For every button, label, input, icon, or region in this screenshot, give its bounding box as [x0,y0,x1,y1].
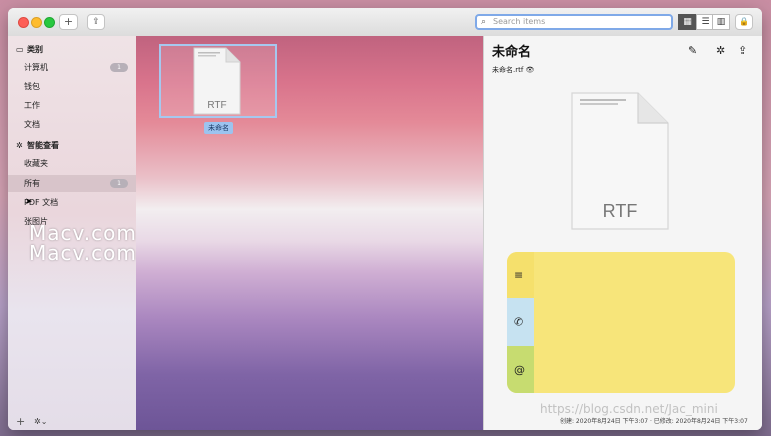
count-badge: 1 [110,179,128,188]
sidebar-item-label: 所有 [24,179,40,188]
sidebar-item-wallet[interactable]: 钱包 [8,78,136,95]
sidebar-item-label: 钱包 [24,82,40,91]
lock-button[interactable]: 🔒 [735,14,753,30]
share-icon[interactable]: ⇪ [738,44,747,57]
pencil-icon[interactable]: ✎ [688,44,697,57]
zoom-button[interactable] [44,17,55,28]
file-name-label[interactable]: 未命名.rtf 👁 [492,65,534,75]
column-view-button[interactable]: ▥ [712,14,730,30]
items-grid: RTF 未命名 [136,36,483,430]
item-title[interactable]: 未命名 [492,41,531,60]
credit-watermark: https://blog.csdn.net/Jac_mini [540,402,718,416]
sidebar-item-label: 计算机 [24,63,48,72]
watermark-text: Macv.com [29,241,137,265]
gear-icon[interactable]: ✲ [716,44,725,57]
search-icon: ⌕ [481,17,487,27]
document-type-label: RTF [603,201,638,221]
sidebar-item-documents[interactable]: 文档 [8,116,136,133]
phone-tab[interactable]: ✆ [507,298,534,346]
sidebar-section-smart-views: ✲ 智能查看 [16,141,59,150]
item-name-label[interactable]: 未命名 [204,122,233,134]
sidebar-section-categories: ▭ 类别 [16,45,43,54]
app-window: + ⇪ ⌕ Search items ▦ ☰ ▥ 🔒 ▭ 类别 计算机 1 钱包 … [8,8,762,430]
sidebar-item-all[interactable]: 所有 1 [8,175,136,192]
count-badge: 1 [110,63,128,72]
search-placeholder: Search items [493,17,546,26]
minimize-button[interactable] [31,17,42,28]
status-text: 创建: 2020年8月24日 下午3:07 · 已修改: 2020年8月24日 … [560,418,748,425]
add-category-button[interactable]: + [16,415,25,428]
sidebar-item-computer[interactable]: 计算机 1 [8,59,136,76]
at-icon: @ [514,363,525,376]
phone-icon: ✆ [514,315,524,329]
monitor-icon: ▭ [16,45,24,54]
sidebar-item-label: 工作 [24,101,40,110]
search-input[interactable]: ⌕ Search items [475,14,673,30]
sidebar-item-favorites[interactable]: 收藏夹 [8,155,136,172]
share-button[interactable]: ⇪ [87,14,105,30]
grid-view-button[interactable]: ▦ [678,14,697,30]
add-item-button[interactable]: + [59,14,78,30]
file-type-label: RTF [207,100,226,111]
sidebar-item-work[interactable]: 工作 [8,97,136,114]
settings-menu-button[interactable]: ✲⌄ [34,417,47,426]
notes-icon: ≡ [514,268,524,282]
gear-icon: ✲ [16,141,23,150]
sidebar-item-label: 文档 [24,120,40,129]
email-tab[interactable]: @ [507,346,534,393]
rtf-file-icon: RTF [193,47,241,115]
toolbar: + ⇪ ⌕ Search items ▦ ☰ ▥ 🔒 [8,8,762,37]
inspector-panel: 未命名 未命名.rtf 👁 ✎ ✲ ⇪ RTF ≡ ✆ @ [483,36,762,430]
notes-tab[interactable]: ≡ [507,252,534,298]
rtf-document-preview: RTF [571,92,669,230]
mouse-cursor-icon: ➤ [25,197,33,207]
close-button[interactable] [18,17,29,28]
contact-card: ≡ ✆ @ [507,252,735,393]
sidebar-item-label: 收藏夹 [24,159,48,168]
